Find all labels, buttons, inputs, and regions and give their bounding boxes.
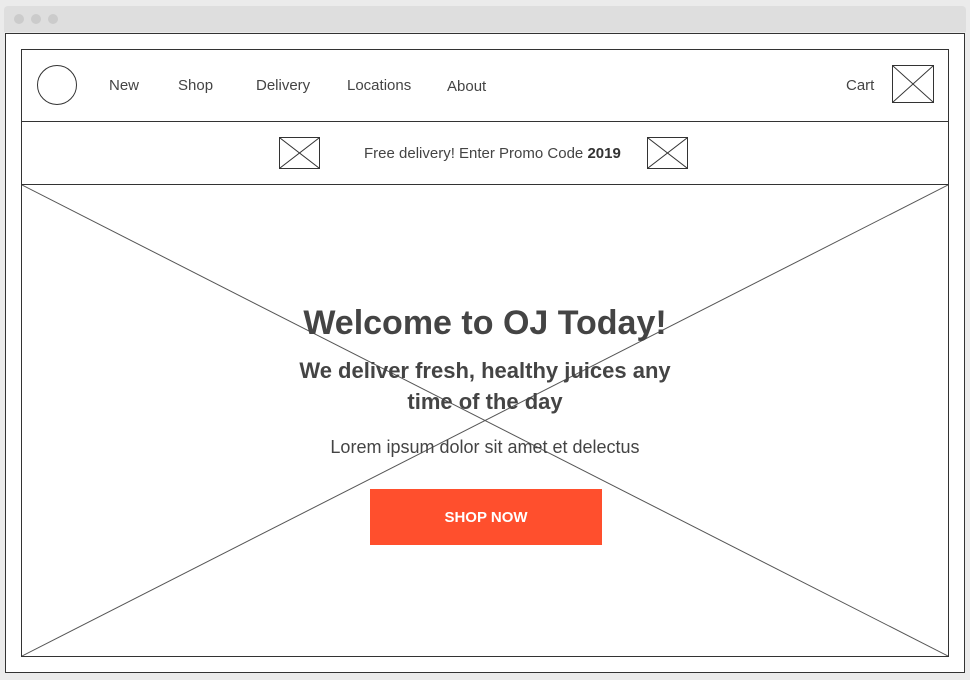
hero-image-placeholder-icon: [22, 185, 948, 656]
promo-right-image-placeholder-icon: [647, 137, 688, 169]
hero-title: Welcome to OJ Today!: [303, 304, 667, 342]
promo-text: Free delivery! Enter Promo Code: [364, 145, 584, 162]
browser-window: New Shop Delivery Locations About Cart F…: [5, 33, 965, 673]
promo-message: Free delivery! Enter Promo Code 2019: [364, 145, 621, 162]
hero-subtitle: We deliver fresh, healthy juices any tim…: [299, 358, 671, 414]
hero-body-text: Lorem ipsum dolor sit amet et delectus: [330, 437, 640, 457]
shop-now-button[interactable]: SHOP NOW: [370, 489, 602, 545]
nav-link-about[interactable]: About: [447, 78, 486, 95]
nav-link-new[interactable]: New: [109, 77, 139, 94]
window-maximize-dot[interactable]: [48, 14, 58, 24]
hero-section: Welcome to OJ Today! We deliver fresh, h…: [22, 185, 948, 656]
promo-left-image-placeholder-icon: [279, 137, 320, 169]
nav-link-locations[interactable]: Locations: [347, 77, 411, 94]
window-minimize-dot[interactable]: [31, 14, 41, 24]
page-frame: New Shop Delivery Locations About Cart F…: [21, 49, 949, 657]
cart-link[interactable]: Cart: [846, 77, 874, 94]
promo-bar: Free delivery! Enter Promo Code 2019: [22, 122, 948, 185]
nav-link-shop[interactable]: Shop: [178, 77, 213, 94]
cart-image-placeholder-icon[interactable]: [892, 65, 934, 103]
promo-code: 2019: [587, 145, 621, 162]
nav-link-delivery[interactable]: Delivery: [256, 77, 310, 94]
browser-titlebar: [4, 6, 966, 32]
navbar: New Shop Delivery Locations About Cart: [22, 50, 948, 122]
logo-circle-icon[interactable]: [37, 65, 77, 105]
window-close-dot[interactable]: [14, 14, 24, 24]
